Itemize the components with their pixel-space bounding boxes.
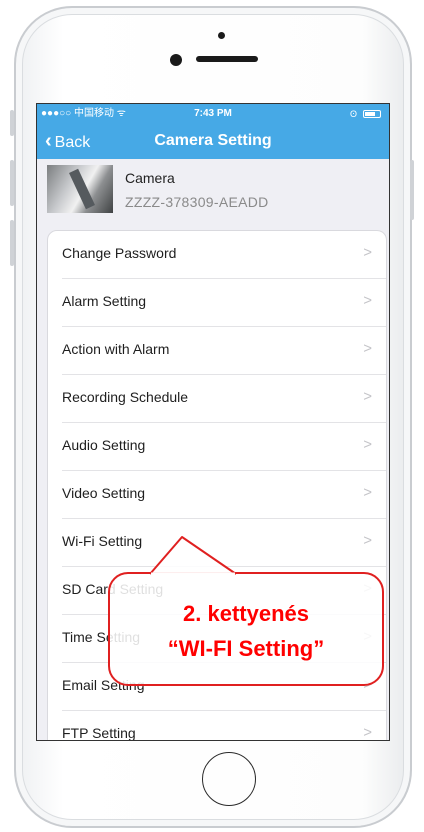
callout-pointer	[149, 536, 237, 576]
